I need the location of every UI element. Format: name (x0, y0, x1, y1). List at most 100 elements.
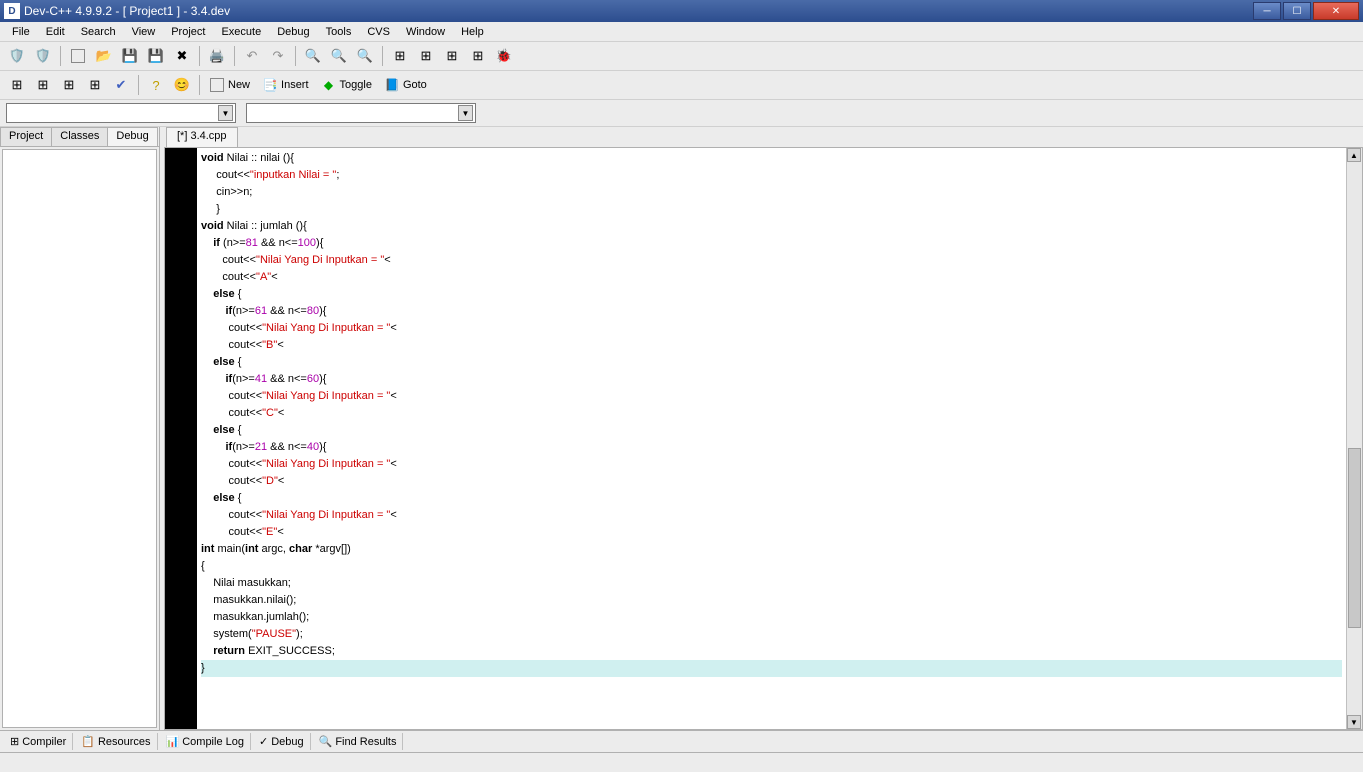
app-icon: D (4, 3, 20, 19)
shield-icon[interactable]: 🛡️ (6, 45, 28, 67)
debug-icon[interactable]: 🐞 (493, 45, 515, 67)
code-line: masukkan.nilai(); (201, 592, 1342, 609)
code-line: int main(int argc, char *argv[]) (201, 541, 1342, 558)
code-line: if(n>=41 && n<=60){ (201, 371, 1342, 388)
frames-icon[interactable]: ⊞ (32, 74, 54, 96)
find-icon[interactable]: 🔍 (302, 45, 324, 67)
window-icon[interactable]: ⊞ (6, 74, 28, 96)
code-line: cout<<"inputkan Nilai = "; (201, 167, 1342, 184)
menu-window[interactable]: Window (398, 24, 453, 40)
menu-help[interactable]: Help (453, 24, 492, 40)
menu-execute[interactable]: Execute (213, 24, 269, 40)
bottom-tab-label: Resources (98, 736, 151, 748)
insert-button[interactable]: 📑Insert (259, 74, 314, 96)
bottom-tab-debug[interactable]: ✓Debug (253, 733, 311, 750)
compiler-icon: ⊞ (10, 735, 19, 748)
code-line: else { (201, 354, 1342, 371)
class-combo[interactable]: ▼ (6, 103, 236, 123)
run-icon[interactable]: ⊞ (415, 45, 437, 67)
bottom-tab-label: Find Results (335, 736, 396, 748)
find-all-icon[interactable]: 🔍 (354, 45, 376, 67)
resources-icon: 📋 (81, 735, 95, 748)
compile-icon[interactable]: ⊞ (389, 45, 411, 67)
close-file-icon[interactable]: ✖ (171, 45, 193, 67)
toolbar-main: 🛡️ 🛡️ 📂 💾 💾 ✖ 🖨️ ↶ ↷ 🔍 🔍 🔍 ⊞ ⊞ ⊞ ⊞ 🐞 (0, 42, 1363, 71)
code-line: cout<<"E"< (201, 524, 1342, 541)
bottom-tab-label: Compile Log (182, 736, 244, 748)
menu-edit[interactable]: Edit (38, 24, 73, 40)
menu-view[interactable]: View (124, 24, 164, 40)
left-panel-tabs: ProjectClassesDebug (0, 127, 159, 147)
menu-tools[interactable]: Tools (318, 24, 360, 40)
toggle-button[interactable]: ◆Toggle (318, 74, 377, 96)
editor-panel: [*] 3.4.cpp void Nilai :: nilai (){ cout… (164, 127, 1363, 730)
code-line: cout<<"C"< (201, 405, 1342, 422)
open-icon[interactable]: 📂 (93, 45, 115, 67)
print-icon[interactable]: 🖨️ (206, 45, 228, 67)
grid-icon[interactable]: ⊞ (58, 74, 80, 96)
check-icon[interactable]: ✔ (110, 74, 132, 96)
code-line: masukkan.jumlah(); (201, 609, 1342, 626)
bottom-tabs: ⊞Compiler📋Resources📊Compile Log✓Debug🔍Fi… (0, 730, 1363, 752)
replace-icon[interactable]: 🔍 (328, 45, 350, 67)
redo-icon[interactable]: ↷ (267, 45, 289, 67)
undo-icon[interactable]: ↶ (241, 45, 263, 67)
file-tab[interactable]: [*] 3.4.cpp (166, 127, 238, 147)
workspace: ProjectClassesDebug [*] 3.4.cpp void Nil… (0, 127, 1363, 730)
goto-button[interactable]: 📘Goto (381, 74, 432, 96)
code-line: } (201, 660, 1342, 677)
code-line: cout<<"D"< (201, 473, 1342, 490)
vertical-scrollbar[interactable]: ▲ ▼ (1346, 148, 1362, 729)
compile-log-icon: 📊 (166, 735, 180, 748)
code-line: cout<<"B"< (201, 337, 1342, 354)
chevron-down-icon: ▼ (218, 105, 233, 121)
debug-icon: ✓ (259, 735, 268, 748)
bottom-tab-compiler[interactable]: ⊞Compiler (4, 733, 73, 750)
minimize-button[interactable]: ─ (1253, 2, 1281, 20)
scrollbar-thumb[interactable] (1348, 448, 1361, 628)
title-bar: D Dev-C++ 4.9.9.2 - [ Project1 ] - 3.4.d… (0, 0, 1363, 22)
menu-file[interactable]: File (4, 24, 38, 40)
code-line: } (201, 201, 1342, 218)
file-tabs: [*] 3.4.cpp (164, 127, 1363, 147)
left-panel-body[interactable] (2, 149, 157, 728)
rebuild-icon[interactable]: ⊞ (467, 45, 489, 67)
menu-search[interactable]: Search (73, 24, 124, 40)
bottom-tab-compile-log[interactable]: 📊Compile Log (160, 733, 251, 750)
code-area[interactable]: void Nilai :: nilai (){ cout<<"inputkan … (197, 148, 1346, 729)
code-line: cin>>n; (201, 184, 1342, 201)
code-line: if(n>=61 && n<=80){ (201, 303, 1342, 320)
left-tab-classes[interactable]: Classes (51, 127, 108, 146)
about-icon[interactable]: 😊 (171, 74, 193, 96)
scroll-down-icon[interactable]: ▼ (1347, 715, 1361, 729)
method-combo[interactable]: ▼ (246, 103, 476, 123)
shields-icon[interactable]: 🛡️ (32, 45, 54, 67)
close-button[interactable]: ✕ (1313, 2, 1359, 20)
code-line: else { (201, 422, 1342, 439)
compile-run-icon[interactable]: ⊞ (441, 45, 463, 67)
save-all-icon[interactable]: 💾 (145, 45, 167, 67)
help-icon[interactable]: ? (145, 74, 167, 96)
menu-debug[interactable]: Debug (269, 24, 317, 40)
scroll-up-icon[interactable]: ▲ (1347, 148, 1361, 162)
left-tab-project[interactable]: Project (0, 127, 52, 146)
left-tab-debug[interactable]: Debug (107, 127, 157, 146)
bottom-tab-resources[interactable]: 📋Resources (75, 733, 157, 750)
code-line: cout<<"Nilai Yang Di Inputkan = "< (201, 320, 1342, 337)
save-icon[interactable]: 💾 (119, 45, 141, 67)
maximize-button[interactable]: ☐ (1283, 2, 1311, 20)
code-line: return EXIT_SUCCESS; (201, 643, 1342, 660)
grid2-icon[interactable]: ⊞ (84, 74, 106, 96)
menu-cvs[interactable]: CVS (359, 24, 398, 40)
code-line: { (201, 558, 1342, 575)
editor: void Nilai :: nilai (){ cout<<"inputkan … (164, 147, 1363, 730)
window-title: Dev-C++ 4.9.9.2 - [ Project1 ] - 3.4.dev (24, 4, 1253, 18)
new-file-icon[interactable] (67, 45, 89, 67)
new-button[interactable]: New (206, 74, 255, 96)
status-bar (0, 752, 1363, 772)
find-results-icon: 🔍 (319, 735, 333, 748)
code-line: cout<<"Nilai Yang Di Inputkan = "< (201, 456, 1342, 473)
menu-project[interactable]: Project (163, 24, 213, 40)
bottom-tab-find-results[interactable]: 🔍Find Results (313, 733, 404, 750)
combo-row: ▼ ▼ (0, 100, 1363, 127)
